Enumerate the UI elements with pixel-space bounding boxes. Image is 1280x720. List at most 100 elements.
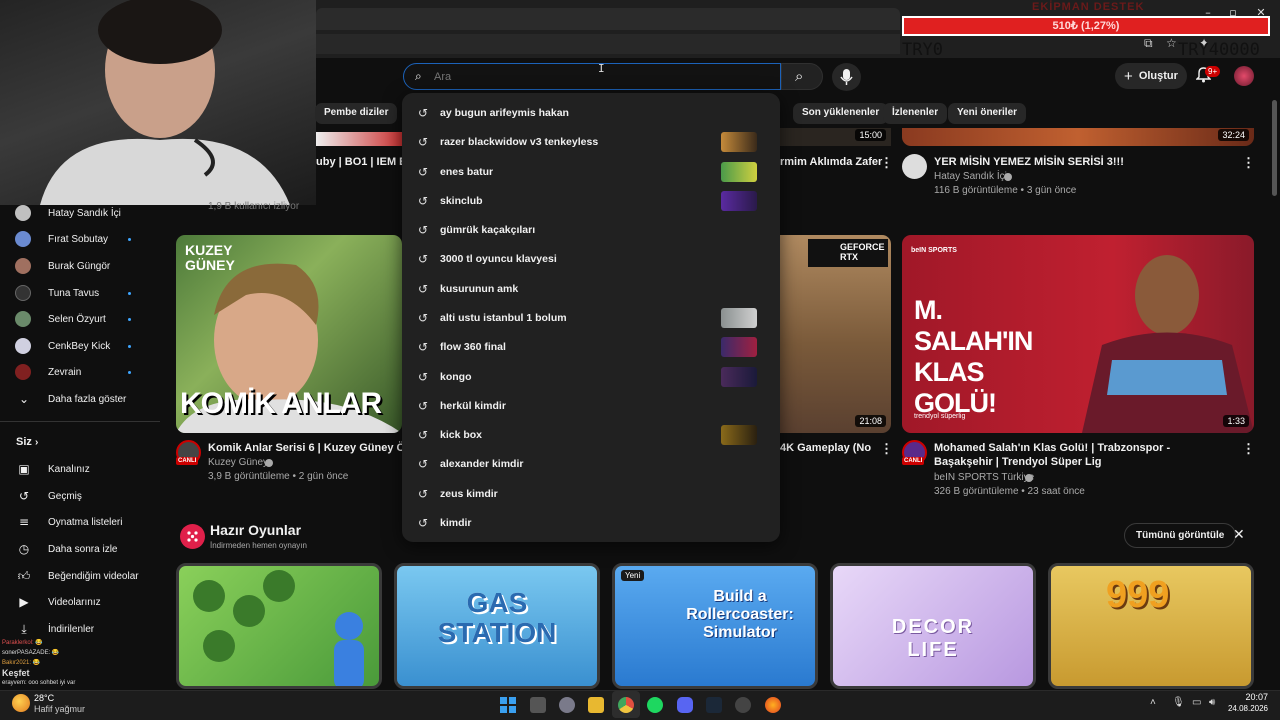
sidebar-item-your-videos[interactable]: ▶ Videolarınız bbox=[15, 591, 100, 613]
chip-son-yuklenenler[interactable]: Son yüklenenler bbox=[793, 103, 889, 124]
suggestion-item[interactable]: ↺ gümrük kaçakçıları bbox=[402, 215, 780, 244]
sidebar-channel[interactable]: Burak Güngör bbox=[15, 255, 110, 277]
see-all-button[interactable]: Tümünü görüntüle bbox=[1124, 523, 1237, 548]
weather-desc[interactable]: Hafif yağmur bbox=[34, 704, 85, 714]
weather-temp[interactable]: 28°C bbox=[34, 693, 54, 703]
suggestion-item[interactable]: ↺ herkül kimdir bbox=[402, 391, 780, 420]
video-title[interactable]: Mohamed Salah'ın Klas Golü! | Trabzonspo… bbox=[934, 441, 1224, 469]
video-thumbnail[interactable]: GEFORCE RTX 21:08 bbox=[780, 235, 891, 433]
channel-avatar[interactable] bbox=[902, 154, 927, 179]
start-icon[interactable] bbox=[500, 697, 516, 713]
video-title[interactable]: Komik Anlar Serisi 6 | Kuzey Güney Özel bbox=[208, 441, 402, 455]
clock-time[interactable]: 20:07 bbox=[1230, 692, 1268, 702]
weather-icon[interactable] bbox=[12, 694, 30, 712]
more-options-icon[interactable]: ⋮ bbox=[880, 155, 893, 171]
game-card[interactable]: DECOR LIFE bbox=[830, 563, 1036, 689]
settings-icon[interactable] bbox=[559, 697, 575, 713]
voice-search-button[interactable] bbox=[832, 63, 861, 91]
sidebar-channel[interactable]: Hatay Sandık İçi bbox=[15, 202, 121, 224]
chip-pembe-diziler[interactable]: Pembe diziler bbox=[315, 103, 398, 124]
sidebar-channel-label: Burak Güngör bbox=[48, 260, 111, 272]
chip-izlenenler[interactable]: İzlenenler bbox=[883, 103, 948, 124]
game-card[interactable] bbox=[176, 563, 382, 689]
search-button[interactable]: ⌕ bbox=[781, 63, 823, 90]
file-explorer-icon[interactable] bbox=[588, 697, 604, 713]
page-scrollbar[interactable] bbox=[1272, 100, 1277, 196]
video-thumbnail-partial[interactable]: 15:00 bbox=[780, 128, 891, 146]
clock-date[interactable]: 24.08.2026 bbox=[1218, 704, 1268, 713]
channel-name[interactable]: Hatay Sandık İçi bbox=[934, 170, 1007, 184]
games-section-subtitle: İndirmeden hemen oynayın bbox=[210, 541, 307, 550]
discord-icon[interactable] bbox=[677, 697, 693, 713]
sidebar-item-channel[interactable]: ▣ Kanalınız bbox=[15, 458, 89, 480]
address-bar[interactable] bbox=[316, 34, 900, 54]
sidebar-channel[interactable]: Zevrain bbox=[15, 361, 81, 383]
video-title-partial[interactable]: uby | BO1 | IEM Be bbox=[316, 155, 413, 169]
suggestion-item[interactable]: ↺ zeus kimdir bbox=[402, 479, 780, 508]
account-avatar[interactable] bbox=[1234, 66, 1254, 86]
volume-icon[interactable]: 🔊︎ bbox=[1209, 697, 1215, 708]
suggestion-item[interactable]: ↺ ay bugun arifeymis hakan bbox=[402, 98, 780, 127]
suggestion-item[interactable]: ↺ enes batur bbox=[402, 157, 780, 186]
suggestion-item[interactable]: ↺ skinclub bbox=[402, 186, 780, 215]
sidebar-channel[interactable]: Tuna Tavus bbox=[15, 282, 99, 304]
create-button[interactable]: + Oluştur bbox=[1115, 63, 1187, 89]
sidebar-item-playlists[interactable]: ≡ Oynatma listeleri bbox=[15, 511, 123, 533]
suggestion-item[interactable]: ↺ razer blackwidow v3 tenkeyless bbox=[402, 127, 780, 156]
suggestion-item[interactable]: ↺ kongo bbox=[402, 362, 780, 391]
sidebar-channel[interactable]: Fırat Sobutay bbox=[15, 228, 108, 250]
video-title-partial[interactable]: rmim Aklımda Zafer bbox=[780, 155, 882, 169]
search-box[interactable]: ⌕ bbox=[403, 63, 781, 90]
video-title-partial[interactable]: 4K Gameplay (No bbox=[780, 441, 871, 455]
channel-name[interactable]: Kuzey Güney bbox=[208, 456, 268, 470]
suggestion-item[interactable]: ↺ flow 360 final bbox=[402, 332, 780, 361]
chip-yeni-oneriler[interactable]: Yeni öneriler bbox=[948, 103, 1027, 124]
steam-icon[interactable] bbox=[706, 697, 722, 713]
you-section-heading[interactable]: Siz › bbox=[16, 436, 38, 448]
task-view-icon[interactable] bbox=[530, 697, 546, 713]
game-card[interactable]: 999 bbox=[1048, 563, 1254, 689]
sidebar-channel[interactable]: CenkBey Kick bbox=[15, 335, 110, 357]
more-options-icon[interactable]: ⋮ bbox=[1242, 441, 1255, 457]
display-icon[interactable]: ▭ bbox=[1192, 697, 1201, 708]
tray-chevron-icon[interactable]: ˄ bbox=[1150, 697, 1156, 708]
game-card[interactable]: Yeni Build a Rollercoaster: Simulator bbox=[612, 563, 818, 689]
close-icon[interactable]: ✕ bbox=[1233, 527, 1245, 543]
sidebar-item-watch-later[interactable]: ◷ Daha sonra izle bbox=[15, 538, 118, 560]
history-icon: ↺ bbox=[418, 339, 429, 354]
history-icon: ↺ bbox=[418, 164, 429, 179]
channel-name[interactable]: beIN SPORTS Türkiye bbox=[934, 471, 1034, 485]
suggestion-item[interactable]: ↺ kusurunun amk bbox=[402, 274, 780, 303]
extension-icon[interactable]: ⧉ bbox=[1144, 36, 1153, 51]
video-thumbnail-partial[interactable] bbox=[316, 132, 402, 146]
goal-progress-text: 510₺ (1,27%) bbox=[1052, 20, 1120, 32]
show-more-button[interactable]: ⌄ Daha fazla göster bbox=[15, 388, 126, 410]
video-thumbnail[interactable]: beIN SPORTS M. SALAH'IN KLAS GOLÜ! trend… bbox=[902, 235, 1254, 433]
browser-tab[interactable] bbox=[316, 8, 900, 30]
suggestion-item[interactable]: ↺ kimdir bbox=[402, 508, 780, 537]
video-title[interactable]: YER MİSİN YEMEZ MİSİN SERİSİ 3!!! bbox=[934, 155, 1124, 169]
suggestion-item[interactable]: ↺ 3000 tl oyuncu klavyesi bbox=[402, 244, 780, 273]
suggestion-item[interactable]: ↺ alti ustu istanbul 1 bolum bbox=[402, 303, 780, 332]
suggestion-item[interactable]: ↺ kick box bbox=[402, 420, 780, 449]
channel-avatar bbox=[15, 311, 31, 327]
more-options-icon[interactable]: ⋮ bbox=[1242, 155, 1255, 171]
text-cursor-icon: I bbox=[598, 62, 605, 75]
history-icon: ↺ bbox=[418, 222, 429, 237]
game-card[interactable]: GAS STATION bbox=[394, 563, 600, 689]
video-thumbnail[interactable]: KUZEY GÜNEY KOMİK ANLAR bbox=[176, 235, 402, 433]
sidebar-channel[interactable]: Selen Özyurt bbox=[15, 308, 106, 330]
show-more-label: Daha fazla göster bbox=[48, 393, 127, 405]
obs-icon[interactable] bbox=[735, 697, 751, 713]
sidebar-item-downloads[interactable]: ⤓ İndirilenler bbox=[15, 618, 94, 640]
spotify-icon[interactable] bbox=[647, 697, 663, 713]
suggestion-item[interactable]: ↺ alexander kimdir bbox=[402, 449, 780, 478]
more-options-icon[interactable]: ⋮ bbox=[880, 441, 893, 457]
bookmark-star-icon[interactable]: ☆ bbox=[1166, 36, 1177, 50]
tray-mic-icon[interactable]: 🎙︎ bbox=[1172, 697, 1185, 708]
sidebar-item-history[interactable]: ↺ Geçmiş bbox=[15, 485, 82, 507]
video-thumbnail-partial[interactable]: 32:24 bbox=[902, 128, 1254, 146]
history-icon: ↺ bbox=[418, 281, 429, 296]
sidebar-item-liked[interactable]: 👍︎ Beğendiğim videolar bbox=[15, 565, 139, 587]
firefox-icon[interactable] bbox=[765, 697, 781, 713]
